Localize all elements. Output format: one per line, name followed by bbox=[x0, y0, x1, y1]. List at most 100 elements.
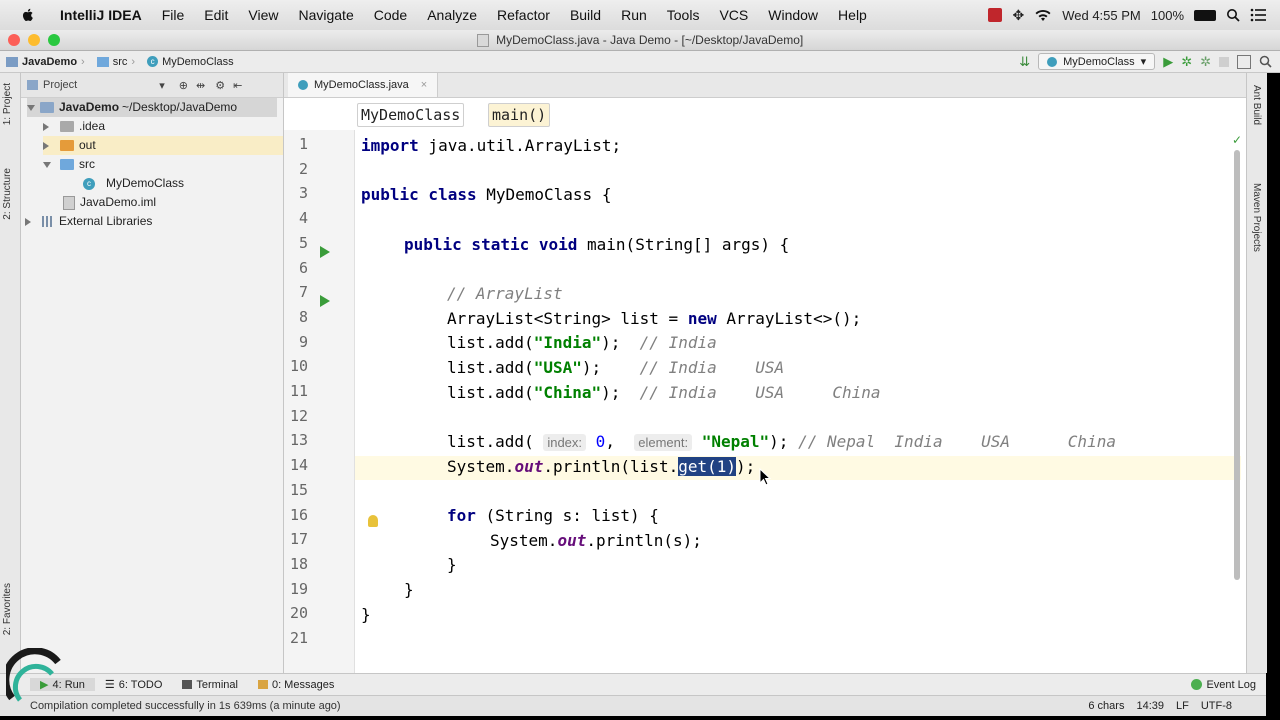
code-line-1[interactable]: import java.util.ArrayList; bbox=[361, 134, 621, 158]
nav-crumb-class[interactable]: c MyDemoClass bbox=[141, 56, 240, 68]
menu-app-name[interactable]: IntelliJ IDEA bbox=[50, 7, 152, 23]
tool-tab-structure[interactable]: 2: Structure bbox=[2, 168, 13, 220]
tree-item-class[interactable]: c MyDemoClass bbox=[83, 174, 184, 193]
event-log-icon bbox=[1191, 679, 1203, 690]
tool-tab-project[interactable]: 1: Project bbox=[2, 83, 13, 125]
zoom-window-button[interactable] bbox=[48, 34, 60, 46]
code-line-8[interactable]: ArrayList<String> list = new ArrayList<>… bbox=[447, 307, 861, 331]
editor-scrollbar[interactable] bbox=[1234, 150, 1240, 580]
code-line-7[interactable]: // ArrayList bbox=[447, 282, 563, 306]
line-number: 6 bbox=[298, 259, 308, 277]
run-method-gutter-icon[interactable] bbox=[320, 295, 330, 307]
menu-code[interactable]: Code bbox=[364, 7, 417, 23]
run-icon[interactable]: ▶ bbox=[1163, 54, 1173, 70]
run-class-gutter-icon[interactable] bbox=[320, 246, 330, 258]
menu-analyze[interactable]: Analyze bbox=[417, 7, 487, 23]
menu-help[interactable]: Help bbox=[828, 7, 877, 23]
breadcrumb-method[interactable]: main() bbox=[488, 103, 551, 127]
menu-window[interactable]: Window bbox=[758, 7, 828, 23]
code-line-3[interactable]: public class MyDemoClass { bbox=[361, 183, 611, 207]
menu-file[interactable]: File bbox=[152, 7, 195, 23]
stop-icon[interactable] bbox=[1219, 56, 1229, 67]
tree-item-idea[interactable]: .idea bbox=[43, 117, 105, 136]
status-message[interactable]: Compilation completed successfully in 1s… bbox=[30, 700, 341, 712]
code-line-17[interactable]: System.out.println(s); bbox=[490, 529, 702, 553]
tree-item-iml[interactable]: JavaDemo.iml bbox=[63, 193, 156, 212]
lightbulb-icon[interactable] bbox=[368, 515, 378, 527]
menu-tools[interactable]: Tools bbox=[657, 7, 710, 23]
tool-tab-event-log[interactable]: Event Log bbox=[1181, 679, 1266, 691]
code-line-18[interactable]: } bbox=[447, 553, 457, 577]
tool-tab-terminal[interactable]: Terminal bbox=[172, 679, 248, 691]
inspection-ok-icon[interactable]: ✓ bbox=[1232, 133, 1242, 147]
close-icon[interactable]: × bbox=[421, 79, 427, 91]
code-line-19[interactable]: } bbox=[404, 578, 414, 602]
minimize-window-button[interactable] bbox=[28, 34, 40, 46]
tool-tab-messages[interactable]: 0: Messages bbox=[248, 679, 344, 691]
expand-arrow-icon[interactable] bbox=[43, 141, 49, 150]
breadcrumb-class[interactable]: MyDemoClass bbox=[357, 103, 465, 127]
puzzle-icon[interactable]: ✥ bbox=[1012, 7, 1024, 24]
build-icon[interactable]: ⇊ bbox=[1019, 54, 1030, 70]
coverage-icon[interactable]: ✲ bbox=[1200, 54, 1211, 70]
parameter-hint-index: index: bbox=[543, 434, 587, 451]
tree-item-libraries[interactable]: External Libraries bbox=[25, 212, 152, 231]
battery-text[interactable]: 100% bbox=[1151, 8, 1184, 23]
code-line-14[interactable]: System.out.println(list.get(1)); bbox=[447, 455, 755, 479]
code-line-11[interactable]: list.add("China"); // India USA China bbox=[447, 381, 881, 405]
spotlight-search-icon[interactable] bbox=[1226, 8, 1240, 22]
apple-icon[interactable] bbox=[20, 7, 36, 23]
scroll-from-source-icon[interactable]: ⊕ bbox=[179, 79, 188, 92]
close-window-button[interactable] bbox=[8, 34, 20, 46]
expand-arrow-icon[interactable] bbox=[27, 104, 35, 111]
expand-arrow-icon[interactable] bbox=[25, 217, 31, 226]
code-line-9[interactable]: list.add("India"); // India bbox=[447, 331, 717, 355]
project-structure-icon[interactable] bbox=[1237, 54, 1251, 69]
code-line-16[interactable]: for (String s: list) { bbox=[447, 504, 659, 528]
selection-chars[interactable]: 6 chars bbox=[1088, 700, 1124, 712]
menu-edit[interactable]: Edit bbox=[194, 7, 238, 23]
tool-tab-favorites[interactable]: 2: Favorites bbox=[2, 583, 13, 635]
notification-center-icon[interactable] bbox=[1250, 8, 1266, 22]
tool-tab-todo[interactable]: ☰ 6: TODO bbox=[95, 678, 172, 692]
menu-navigate[interactable]: Navigate bbox=[288, 7, 363, 23]
wifi-icon[interactable] bbox=[1034, 8, 1052, 22]
menu-run[interactable]: Run bbox=[611, 7, 657, 23]
code-line-5[interactable]: public static void main(String[] args) { bbox=[404, 233, 789, 257]
collapse-all-icon[interactable]: ⇹ bbox=[196, 79, 205, 92]
hide-panel-icon[interactable]: ⇤ bbox=[233, 79, 242, 92]
caret-position[interactable]: 14:39 bbox=[1136, 700, 1164, 712]
debug-icon[interactable]: ✲ bbox=[1181, 54, 1192, 70]
tool-tab-maven-projects[interactable]: Maven Projects bbox=[1251, 183, 1262, 252]
tree-item-src[interactable]: src bbox=[43, 155, 95, 174]
nav-crumb-src-label: src bbox=[112, 55, 128, 68]
code-line-10[interactable]: list.add("USA"); // India USA bbox=[447, 356, 784, 380]
expand-arrow-icon[interactable] bbox=[43, 122, 49, 131]
menu-build[interactable]: Build bbox=[560, 7, 611, 23]
line-separator[interactable]: LF bbox=[1176, 700, 1189, 712]
expand-arrow-icon[interactable] bbox=[43, 161, 51, 168]
tool-tab-ant-build[interactable]: Ant Build bbox=[1251, 85, 1262, 125]
battery-icon[interactable] bbox=[1194, 9, 1216, 21]
nav-crumb-src[interactable]: src › bbox=[91, 56, 141, 68]
code-line-13[interactable]: list.add( index: 0, element: "Nepal"); /… bbox=[447, 430, 1116, 454]
tree-item-root[interactable]: JavaDemo ~/Desktop/JavaDemo bbox=[27, 98, 277, 117]
gear-icon[interactable]: ⚙ bbox=[215, 79, 225, 92]
nav-crumb-project[interactable]: JavaDemo › bbox=[0, 56, 91, 68]
status-widgets: 6 chars 14:39 LF UTF-8 bbox=[1088, 700, 1266, 712]
run-config-select[interactable]: MyDemoClass ▾ bbox=[1038, 53, 1156, 70]
search-everywhere-icon[interactable] bbox=[1259, 55, 1272, 68]
record-icon[interactable] bbox=[988, 8, 1003, 22]
clock-text[interactable]: Wed 4:55 PM bbox=[1062, 8, 1141, 23]
editor-tab[interactable]: MyDemoClass.java × bbox=[288, 73, 439, 97]
file-encoding[interactable]: UTF-8 bbox=[1201, 700, 1232, 712]
menu-refactor[interactable]: Refactor bbox=[487, 7, 560, 23]
tree-item-out[interactable]: out bbox=[43, 136, 283, 155]
menu-vcs[interactable]: VCS bbox=[709, 7, 758, 23]
class-icon: c bbox=[147, 56, 159, 67]
code-line-20[interactable]: } bbox=[361, 603, 371, 627]
project-view-select[interactable]: Project bbox=[43, 79, 77, 91]
project-panel: Project ▾ ⊕ ⇹ ⚙ ⇤ JavaDemo ~/Desktop/Jav… bbox=[21, 73, 284, 673]
chevron-down-icon[interactable]: ▾ bbox=[159, 79, 165, 92]
menu-view[interactable]: View bbox=[238, 7, 288, 23]
